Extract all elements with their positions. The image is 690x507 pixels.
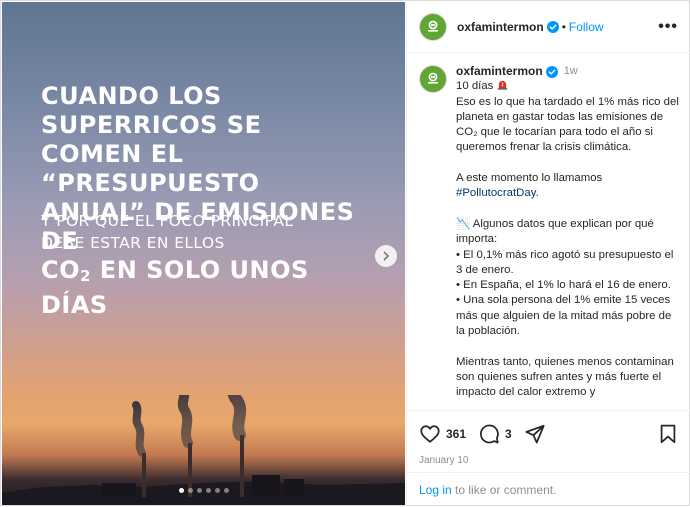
- hashtag-link[interactable]: #PollutocratDay: [456, 187, 536, 199]
- carousel-dot: [223, 488, 229, 493]
- carousel-dot: [178, 488, 184, 493]
- heart-icon[interactable]: [419, 423, 441, 445]
- subhead-line-2: debe estar en ellos: [41, 234, 225, 252]
- action-row: 361 3: [419, 423, 679, 445]
- oxfam-logo-icon: [428, 20, 438, 32]
- image-subhead: Y por qué el foco principal debe estar e…: [41, 210, 341, 254]
- carousel-dot: [214, 488, 220, 493]
- caption-paragraph-4: Mientras tanto, quienes menos contaminan…: [456, 355, 677, 399]
- verified-badge-icon: [545, 65, 558, 78]
- post-side-panel: oxfamintermon • Follow ••• oxfamintermon…: [406, 2, 690, 505]
- headline-subscript: 2: [80, 267, 91, 285]
- chevron-right-icon: [383, 251, 390, 261]
- comment-icon[interactable]: [478, 423, 500, 445]
- headline-tail: en solo unos días: [41, 256, 309, 319]
- caption-header: oxfamintermon 1w: [456, 64, 679, 79]
- carousel-dot: [196, 488, 202, 493]
- caption-days-line: 10 días: [456, 79, 679, 94]
- verified-badge-icon: [546, 21, 559, 33]
- caption-text: oxfamintermon 1w 10 días Eso es lo que h…: [456, 64, 679, 410]
- headline-line-4: CO2 en solo unos días: [41, 256, 381, 320]
- caption-username[interactable]: oxfamintermon: [456, 64, 543, 79]
- caption-paragraph-3-title: 📉 Algunos datos que explican por qué imp…: [456, 217, 658, 246]
- follow-button[interactable]: Follow: [569, 20, 604, 34]
- header-separator: •: [561, 20, 566, 34]
- days-text: 10 días: [456, 80, 494, 93]
- caption-bullet-1: • El 0,1% más rico agotó su presupuesto …: [456, 248, 677, 276]
- caption-avatar[interactable]: [419, 65, 447, 93]
- post-date[interactable]: January 10: [419, 455, 679, 466]
- siren-emoji-icon: [497, 81, 507, 90]
- post-image[interactable]: Cuando los superricos se comen el “presu…: [2, 2, 405, 505]
- headline-co: CO: [41, 256, 81, 284]
- carousel-dot: [205, 488, 211, 493]
- avatar[interactable]: [419, 13, 447, 41]
- comments-count[interactable]: 3: [505, 427, 512, 441]
- carousel-next-button[interactable]: [375, 245, 397, 267]
- para2-text: A este momento lo llamamos: [456, 172, 606, 185]
- oxfam-logo-icon: [428, 72, 438, 84]
- carousel-dot: [187, 488, 193, 493]
- login-rest: to like or comment.: [451, 483, 557, 497]
- login-link[interactable]: Log in: [419, 483, 452, 497]
- headline-line-2: comen el “presupuesto: [41, 140, 260, 197]
- caption-bullet-3: • Una sola persona del 1% emite 15 veces…: [456, 294, 675, 338]
- post-time-ago[interactable]: 1w: [564, 64, 578, 79]
- login-prompt: Log in to like or comment.: [407, 472, 690, 507]
- subhead-line-1: Y por qué el foco principal: [41, 212, 294, 230]
- caption-area[interactable]: oxfamintermon 1w 10 días Eso es lo que h…: [407, 54, 690, 410]
- share-icon[interactable]: [524, 423, 546, 445]
- instagram-post-modal: Cuando los superricos se comen el “presu…: [0, 0, 690, 506]
- caption-bullet-2: • En España, el 1% lo hará el 16 de ener…: [456, 279, 671, 292]
- header-username[interactable]: oxfamintermon: [457, 20, 544, 34]
- post-header: oxfamintermon • Follow •••: [407, 2, 690, 53]
- post-actions: 361 3 January 10: [407, 410, 690, 466]
- carousel-indicator: [2, 488, 405, 493]
- para2-end: .: [535, 187, 539, 200]
- caption-paragraph-2: A este momento lo llamamos #PollutocratD…: [456, 171, 679, 202]
- headline-line-1: Cuando los superricos se: [41, 82, 262, 139]
- more-options-button[interactable]: •••: [658, 18, 678, 36]
- bookmark-icon[interactable]: [657, 423, 679, 445]
- image-headline: Cuando los superricos se comen el “presu…: [41, 82, 381, 320]
- caption-paragraph-1: Eso es lo que ha tardado el 1% más rico …: [456, 95, 683, 154]
- likes-count[interactable]: 361: [446, 427, 466, 441]
